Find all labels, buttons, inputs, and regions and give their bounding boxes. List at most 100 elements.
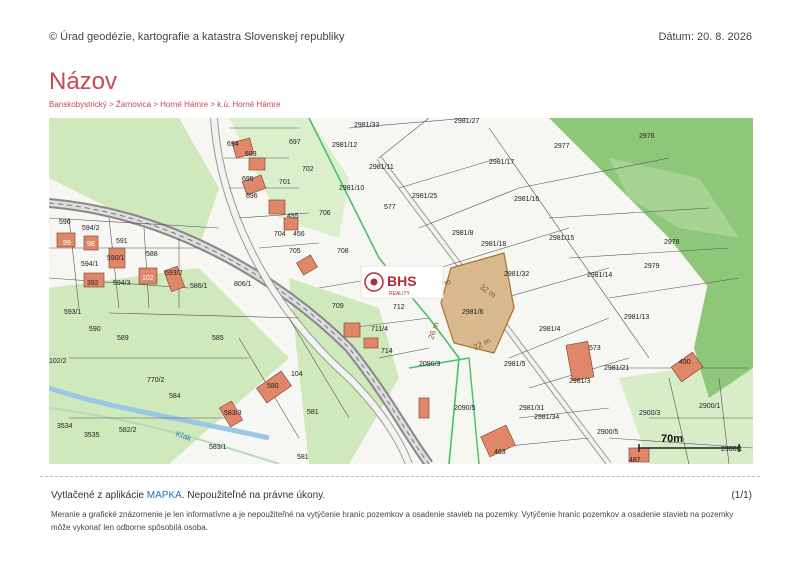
svg-text:714: 714	[381, 348, 393, 355]
svg-text:2981/12: 2981/12	[332, 142, 357, 149]
svg-text:695: 695	[242, 176, 254, 183]
svg-text:712: 712	[393, 304, 405, 311]
svg-text:2981/13: 2981/13	[624, 314, 649, 321]
svg-text:589: 589	[117, 335, 129, 342]
svg-text:581: 581	[307, 409, 319, 416]
svg-text:2981/3: 2981/3	[569, 378, 591, 385]
svg-text:2900/5: 2900/5	[597, 429, 619, 436]
svg-text:3534: 3534	[57, 423, 73, 430]
svg-text:706: 706	[319, 210, 331, 217]
svg-text:591: 591	[116, 238, 128, 245]
svg-text:696: 696	[246, 193, 258, 200]
svg-text:593/2: 593/2	[165, 270, 183, 277]
svg-text:708: 708	[337, 248, 349, 255]
map-canvas: 2981/33 2981/27 2976 2977 2981/12 2981/1…	[49, 118, 753, 464]
svg-text:702: 702	[302, 166, 314, 173]
svg-text:581: 581	[297, 454, 309, 461]
svg-text:588: 588	[146, 251, 158, 258]
svg-text:594/1: 594/1	[81, 261, 99, 268]
svg-text:693: 693	[245, 151, 257, 158]
svg-text:2981/14: 2981/14	[587, 272, 612, 279]
svg-text:2981/21: 2981/21	[604, 365, 629, 372]
svg-text:392: 392	[87, 280, 99, 287]
breadcrumb: Banskobystrický > Žarnovica > Horné Hámr…	[49, 100, 281, 109]
svg-text:2981/33: 2981/33	[354, 122, 379, 129]
svg-text:584: 584	[169, 393, 181, 400]
svg-text:2981/5: 2981/5	[504, 361, 526, 368]
print-note-prefix: Vytlačené z aplikácie	[51, 490, 147, 501]
page-title: Názov	[49, 68, 118, 95]
logo-subtext: REALITY	[389, 291, 411, 297]
svg-text:2976: 2976	[639, 133, 655, 140]
separator	[40, 476, 760, 477]
bhs-logo: BHS REALITY	[360, 265, 444, 299]
print-note: Vytlačené z aplikácie MAPKA. Nepoužiteľn…	[51, 490, 325, 501]
svg-text:456: 456	[293, 231, 305, 238]
svg-text:577: 577	[384, 204, 396, 211]
svg-text:590: 590	[89, 326, 101, 333]
svg-text:596: 596	[59, 219, 71, 226]
svg-text:2981/25: 2981/25	[412, 193, 437, 200]
svg-text:586/1: 586/1	[190, 283, 208, 290]
svg-text:2900/3: 2900/3	[639, 410, 661, 417]
svg-text:770/2: 770/2	[147, 377, 165, 384]
svg-text:102: 102	[142, 275, 154, 282]
svg-text:705: 705	[289, 248, 301, 255]
print-note-suffix: . Nepoužiteľné na právne úkony.	[181, 490, 326, 501]
svg-text:704: 704	[274, 231, 286, 238]
svg-text:582/2: 582/2	[119, 427, 137, 434]
svg-text:694: 694	[227, 141, 239, 148]
svg-text:2981/18: 2981/18	[481, 241, 506, 248]
svg-text:104: 104	[291, 371, 303, 378]
svg-text:487: 487	[629, 457, 641, 464]
svg-text:806/1: 806/1	[234, 281, 252, 288]
svg-text:2981/17: 2981/17	[489, 159, 514, 166]
svg-text:594/2: 594/2	[82, 225, 100, 232]
svg-text:593/1: 593/1	[64, 309, 82, 316]
svg-text:2981/15: 2981/15	[549, 235, 574, 242]
svg-text:98: 98	[87, 241, 95, 248]
svg-text:585: 585	[212, 335, 224, 342]
svg-text:2981/32: 2981/32	[504, 271, 529, 278]
svg-text:711/4: 711/4	[371, 326, 388, 333]
svg-text:490: 490	[679, 359, 691, 366]
svg-text:2981/16: 2981/16	[514, 196, 539, 203]
cadastral-map[interactable]: 2981/33 2981/27 2976 2977 2981/12 2981/1…	[49, 118, 753, 464]
svg-text:697: 697	[289, 139, 301, 146]
svg-text:2981/8: 2981/8	[452, 230, 474, 237]
svg-text:2090/5: 2090/5	[454, 405, 476, 412]
svg-text:2981/34: 2981/34	[534, 414, 559, 421]
svg-text:583/3: 583/3	[224, 410, 242, 417]
svg-text:573: 573	[589, 345, 601, 352]
svg-text:455: 455	[287, 213, 299, 220]
svg-text:709: 709	[332, 303, 344, 310]
svg-text:2981/27: 2981/27	[454, 118, 479, 125]
svg-text:2981/6: 2981/6	[462, 309, 484, 316]
svg-text:2981/31: 2981/31	[519, 405, 544, 412]
copyright-text: © Úrad geodézie, kartografie a katastra …	[49, 31, 345, 43]
svg-text:2900/1: 2900/1	[699, 403, 721, 410]
page-number: (1/1)	[731, 490, 752, 501]
app-link[interactable]: MAPKA	[147, 490, 182, 501]
svg-text:594/3: 594/3	[113, 280, 131, 287]
svg-text:583/1: 583/1	[209, 444, 227, 451]
svg-text:463: 463	[494, 449, 506, 456]
svg-text:2978: 2978	[664, 239, 680, 246]
svg-text:580: 580	[267, 383, 279, 390]
svg-text:3535: 3535	[84, 432, 100, 439]
svg-text:99: 99	[63, 240, 71, 247]
scale-label: 70m	[661, 433, 683, 445]
disclaimer: Meranie a grafické znázornenie je len in…	[51, 510, 734, 532]
svg-text:2090/3: 2090/3	[419, 361, 441, 368]
svg-text:2977: 2977	[554, 143, 570, 150]
svg-text:2981/4: 2981/4	[539, 326, 561, 333]
svg-text:590/1: 590/1	[107, 255, 125, 262]
svg-text:2981/10: 2981/10	[339, 185, 364, 192]
svg-text:701: 701	[279, 179, 291, 186]
print-date: Dátum: 20. 8. 2026	[658, 31, 752, 43]
logo-text: BHS	[387, 273, 417, 289]
svg-text:2981/11: 2981/11	[369, 164, 394, 171]
page-header: © Úrad geodézie, kartografie a katastra …	[49, 31, 752, 47]
svg-text:2979: 2979	[644, 263, 660, 270]
svg-text:102/2: 102/2	[49, 358, 67, 365]
